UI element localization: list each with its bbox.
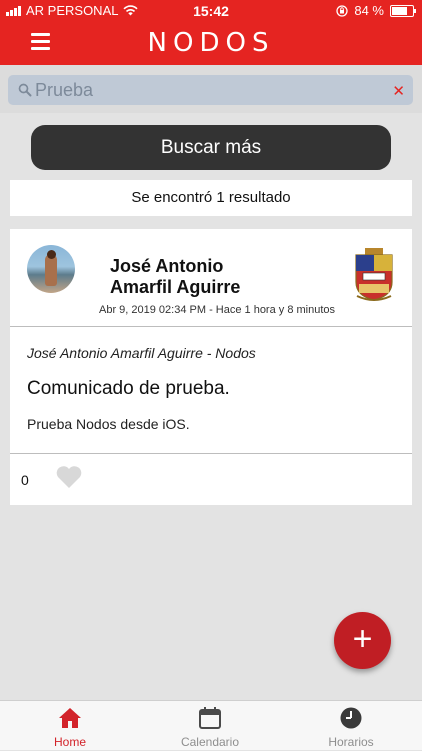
clock-icon xyxy=(340,707,362,729)
buscar-mas-button[interactable]: Buscar más xyxy=(31,125,391,170)
post-title: Comunicado de prueba. xyxy=(27,378,230,399)
like-count: 0 xyxy=(21,472,29,488)
post-source: José Antonio Amarfil Aguirre - Nodos xyxy=(27,345,256,361)
clear-icon[interactable]: ✕ xyxy=(392,82,405,100)
post-body: Prueba Nodos desde iOS. xyxy=(27,416,190,432)
tab-calendario[interactable]: Calendario xyxy=(160,701,260,751)
tab-calendario-label: Calendario xyxy=(180,735,240,749)
tab-horarios[interactable]: Horarios xyxy=(301,701,401,751)
orientation-lock-icon xyxy=(336,4,349,17)
author-name-line1: José Antonio xyxy=(110,256,224,276)
author-name: José Antonio Amarfil Aguirre xyxy=(110,256,240,298)
home-icon xyxy=(59,708,81,728)
post-date: Abr 9, 2019 02:34 PM - Hace 1 hora y 8 m… xyxy=(99,304,336,316)
tab-home[interactable]: Home xyxy=(20,701,120,751)
author-name-line2: Amarfil Aguirre xyxy=(110,277,241,297)
author-avatar[interactable] xyxy=(27,245,75,293)
search-area: ✕ xyxy=(0,65,422,113)
tab-bar: Home Calendario Horarios xyxy=(0,700,422,750)
search-icon xyxy=(18,83,32,97)
tab-horarios-label: Horarios xyxy=(328,735,374,749)
tab-home-label: Home xyxy=(53,735,86,749)
status-bar: AR PERSONAL 15:42 84 % xyxy=(0,0,422,22)
divider-bottom xyxy=(10,453,412,454)
battery-percent: 84 % xyxy=(354,3,384,18)
result-count: Se encontró 1 resultado xyxy=(10,180,412,216)
search-input[interactable] xyxy=(35,75,375,105)
nodos-logo: NODOS xyxy=(147,28,275,58)
calendar-icon xyxy=(199,707,221,729)
search-bar[interactable]: ✕ xyxy=(8,75,413,105)
status-right: 84 % xyxy=(336,3,416,18)
battery-icon xyxy=(390,4,416,17)
battery-fill xyxy=(392,6,407,15)
post-card[interactable]: José Antonio Amarfil Aguirre Abr 9, 2019… xyxy=(10,229,412,505)
app-header: NODOS xyxy=(0,22,422,65)
add-post-button[interactable]: + xyxy=(334,612,391,669)
school-crest-icon xyxy=(355,248,393,301)
divider-top xyxy=(10,326,412,327)
heart-icon[interactable] xyxy=(55,465,83,489)
